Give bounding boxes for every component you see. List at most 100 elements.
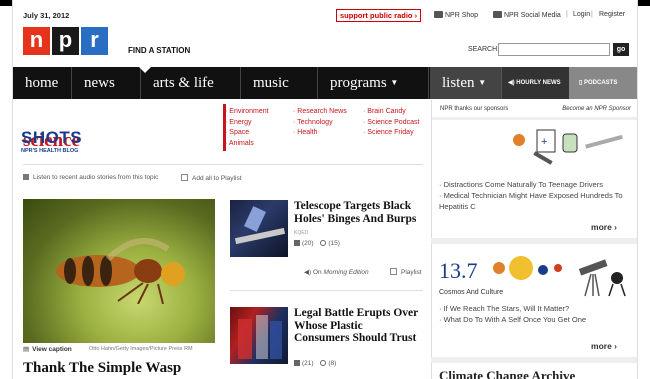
- logo-n: n: [23, 27, 50, 55]
- story-1-comments[interactable]: (20): [302, 240, 314, 247]
- cosmos-number[interactable]: 13.7: [439, 258, 478, 284]
- story-1-source: KQED: [294, 230, 309, 236]
- topic-link[interactable]: Animals: [225, 139, 269, 150]
- wasp-illustration: [56, 238, 185, 304]
- podcasts-button[interactable]: ▯ PODCASTS: [569, 67, 637, 99]
- wasp-photo[interactable]: [23, 199, 215, 343]
- search-label: SEARCH: [468, 46, 498, 53]
- topic-link[interactable]: Environment: [225, 107, 268, 118]
- plus-icon: [181, 174, 188, 181]
- cosmos-list: If We Reach The Stars, Will It Matter? W…: [439, 303, 634, 325]
- story-1-recommends[interactable]: (15): [328, 240, 340, 247]
- topic-link[interactable]: Science Friday: [363, 128, 423, 139]
- story-2-thumbnail[interactable]: [230, 307, 288, 364]
- login-link[interactable]: Login: [573, 11, 590, 18]
- story-2-recommends[interactable]: (8): [328, 360, 336, 367]
- recommend-icon: [320, 240, 327, 246]
- cosmos-more-link[interactable]: more ›: [591, 341, 617, 351]
- nav-notch: [139, 67, 151, 73]
- nav-listen[interactable]: listen ▼: [430, 67, 501, 99]
- add-playlist-label: Add all to Playlist: [192, 175, 242, 182]
- date: July 31, 2012: [23, 11, 70, 20]
- climate-change-archive-title[interactable]: Climate Change Archive: [439, 368, 575, 379]
- util-separator: |: [591, 11, 593, 18]
- sidebar-divider: [432, 117, 637, 120]
- main-story-headline[interactable]: Thank The Simple Wasp: [23, 360, 181, 377]
- telescope-illustration: [234, 206, 286, 245]
- shots-more-link[interactable]: more ›: [591, 222, 617, 232]
- shots-item[interactable]: Medical Technician Might Have Exposed Hu…: [439, 190, 634, 212]
- topic-link[interactable]: Technology: [293, 118, 351, 129]
- recommend-icon: [320, 360, 327, 366]
- logo-r: r: [81, 27, 108, 55]
- nav-programs-label: programs: [330, 75, 387, 91]
- story-1-thumbnail[interactable]: [230, 200, 288, 257]
- page-frame: July 31, 2012 support public radio › NPR…: [12, 0, 638, 379]
- story-2-comments[interactable]: (21): [302, 360, 314, 367]
- on-air-show: Morning Edition: [323, 269, 369, 276]
- planets-telescope-illustration: [493, 256, 626, 297]
- people-icon: [493, 11, 502, 18]
- topic-link[interactable]: Health: [293, 128, 351, 139]
- podcast-icon: ▯: [579, 80, 583, 86]
- section-divider: [23, 164, 423, 165]
- find-a-station-link[interactable]: FIND A STATION: [128, 46, 190, 55]
- story-1-playlist-label: Playlist: [401, 269, 422, 276]
- story-2-headline[interactable]: Legal Battle Erupts Over Whose Plastic C…: [294, 307, 419, 345]
- search-go-button[interactable]: go: [613, 43, 629, 56]
- sponsor-text: NPR thanks our sponsors: [440, 106, 509, 112]
- shots-item[interactable]: Distractions Come Naturally To Teenage D…: [439, 179, 634, 190]
- support-public-radio-button[interactable]: support public radio ›: [336, 9, 422, 22]
- speaker-icon: [23, 174, 29, 180]
- topics-col-3: Brain Candy Science Podcast Science Frid…: [363, 107, 423, 139]
- util-separator: |: [566, 11, 568, 18]
- hourly-news-button[interactable]: ◀) HOURLY NEWS: [501, 67, 569, 99]
- register-link[interactable]: Register: [599, 11, 625, 18]
- chevron-down-icon: ▼: [478, 78, 487, 87]
- on-air-link[interactable]: ◀) On Morning Edition: [304, 268, 369, 276]
- topic-link[interactable]: Brain Candy: [363, 107, 423, 118]
- story-divider: [230, 290, 423, 291]
- view-caption-link[interactable]: ▤ View caption: [23, 345, 72, 353]
- photo-credit: Otto Hahn/Getty Images/Picture Press RM: [89, 346, 193, 352]
- view-caption-label: View caption: [32, 346, 72, 353]
- podcasts-label: PODCASTS: [583, 80, 618, 86]
- nav-programs[interactable]: programs ▼: [318, 67, 429, 99]
- story-1-counts: (20) (15): [294, 240, 340, 247]
- chevron-down-icon: ▼: [390, 78, 399, 87]
- nav-news[interactable]: news: [72, 67, 141, 99]
- npr-shop-label: NPR Shop: [445, 12, 479, 19]
- story-1-playlist-button[interactable]: Playlist: [390, 268, 422, 276]
- on-air-prefix: On: [312, 269, 322, 276]
- shots-logo[interactable]: SHOTS: [21, 128, 82, 148]
- topic-link[interactable]: Space: [225, 128, 269, 139]
- story-2-counts: (21) (8): [294, 360, 336, 367]
- nav-music[interactable]: music: [241, 67, 318, 99]
- comment-icon: [294, 360, 300, 366]
- sidebar-divider: [431, 238, 637, 244]
- hourly-news-label: HOURLY NEWS: [516, 80, 561, 86]
- npr-logo[interactable]: n p r: [23, 27, 108, 55]
- listen-recent-link[interactable]: Listen to recent audio stories from this…: [23, 174, 158, 181]
- topics-col-1: Environment Energy Space Animals: [225, 107, 269, 149]
- become-sponsor-link[interactable]: Become an NPR Sponsor: [562, 106, 631, 112]
- comment-icon: [294, 240, 300, 246]
- topic-link[interactable]: Energy: [225, 118, 269, 129]
- topics-col-2: Research News Technology Health: [293, 107, 351, 139]
- cart-icon: [434, 11, 443, 18]
- add-all-playlist-link[interactable]: Add all to Playlist: [181, 174, 242, 182]
- main-nav: home news arts & life music programs ▼ l…: [13, 67, 637, 99]
- topic-link[interactable]: Research News: [293, 107, 351, 118]
- medical-icons-illustration: +: [513, 129, 623, 165]
- shots-list: Distractions Come Naturally To Teenage D…: [439, 179, 634, 212]
- speaker-icon: ◀): [304, 269, 312, 276]
- topic-link[interactable]: Science Podcast: [363, 118, 423, 129]
- npr-social-media-link[interactable]: NPR Social Media: [493, 11, 561, 19]
- nav-arts-life[interactable]: arts & life: [141, 67, 241, 99]
- npr-shop-link[interactable]: NPR Shop: [434, 11, 478, 19]
- nav-home[interactable]: home: [13, 67, 72, 99]
- cosmos-item[interactable]: If We Reach The Stars, Will It Matter?: [439, 303, 634, 314]
- cosmos-item[interactable]: What Do To With A Self Once You Get One: [439, 314, 634, 325]
- search-input[interactable]: [498, 43, 610, 56]
- story-1-headline[interactable]: Telescope Targets Black Holes' Binges An…: [294, 200, 419, 240]
